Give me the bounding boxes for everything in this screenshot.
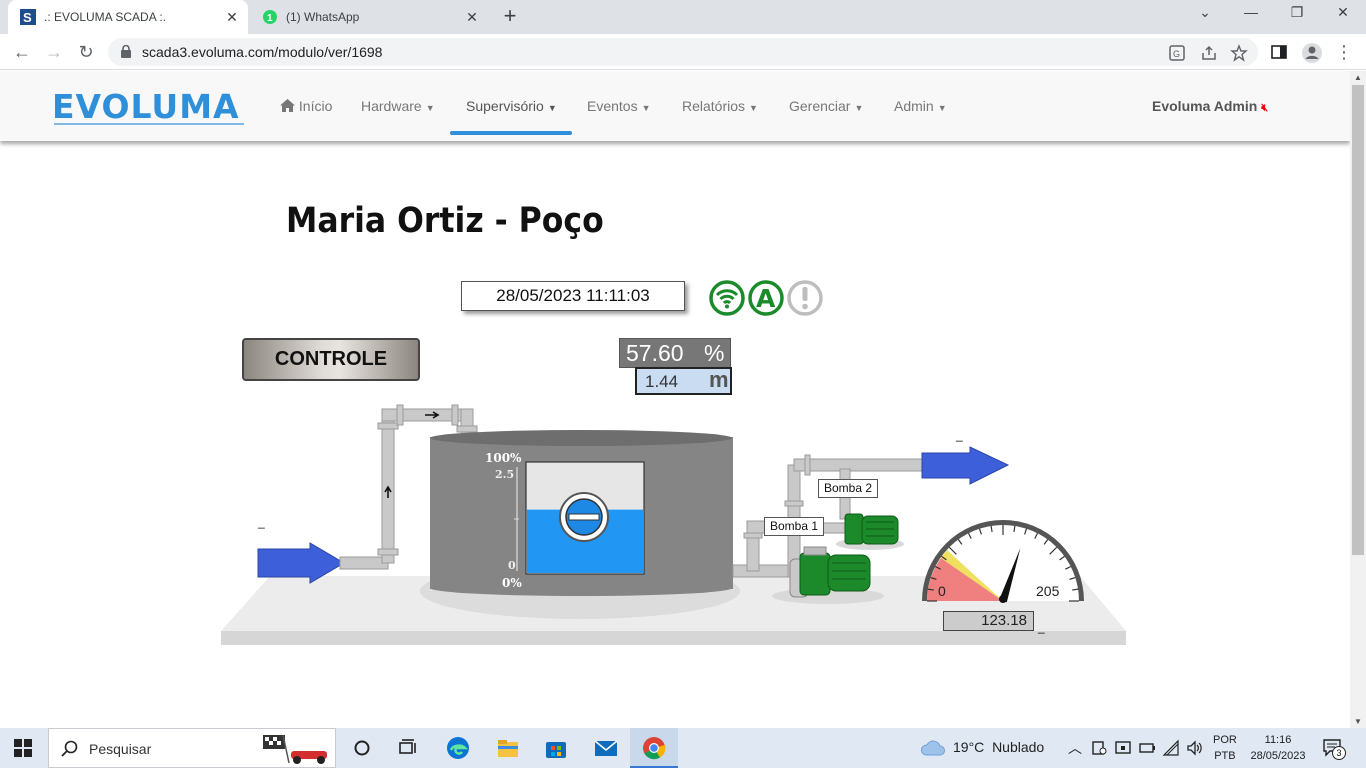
input-language[interactable]: POR PTB [1213, 732, 1237, 764]
search-icon [61, 740, 78, 757]
weather-text[interactable]: 19°C Nublado [953, 739, 1044, 755]
tank-top-label: 100% [485, 451, 522, 465]
weather-cloud-icon[interactable] [920, 738, 946, 758]
tab-search-chevron-icon[interactable]: ⌄ [1192, 4, 1218, 28]
close-window-icon[interactable]: ✕ [1330, 4, 1356, 28]
chrome-icon [643, 737, 666, 760]
omnibox[interactable]: scada3.evoluma.com/modulo/ver/1698 G [108, 38, 1258, 66]
new-tab-button[interactable]: + [498, 5, 522, 29]
system-clock[interactable]: 11:16 28/05/2023 [1248, 732, 1308, 764]
battery-icon[interactable] [1138, 739, 1156, 757]
gauge-dash: _ [1038, 620, 1045, 634]
gauge-min-label: 0 [938, 583, 946, 599]
address-bar: ← → ↻ scada3.evoluma.com/modulo/ver/1698… [0, 34, 1366, 70]
forward-arrow-icon[interactable]: → [42, 40, 66, 64]
browser-menu-icon[interactable]: ⋮ [1332, 40, 1356, 64]
profile-avatar-icon[interactable] [1301, 42, 1323, 64]
close-tab-icon[interactable]: ✕ [464, 9, 480, 25]
water-tank [420, 430, 740, 619]
tank-bottom-label: 0% [502, 576, 522, 590]
scroll-down-icon[interactable]: ▼ [1354, 717, 1362, 726]
tray-security-icon[interactable] [1114, 739, 1132, 757]
lang-line-1: POR [1213, 734, 1237, 746]
pump-2-icon [821, 513, 904, 550]
whatsapp-favicon-icon: 1 [262, 9, 278, 25]
page-content: EVOLUMA Início Hardware ▼ Supervisório ▼ E… [0, 71, 1350, 728]
back-arrow-icon[interactable]: ← [10, 40, 34, 64]
svg-text:S: S [23, 10, 32, 25]
task-view-icon[interactable] [396, 736, 420, 760]
clock-time: 11:16 [1264, 734, 1292, 746]
outlet-dash: _ [956, 428, 963, 442]
volume-icon[interactable] [1186, 739, 1204, 757]
lang-line-2: PTB [1214, 750, 1236, 762]
svg-text:1: 1 [267, 13, 273, 24]
search-highlight-race-icon [263, 734, 327, 764]
windows-taskbar: Pesquisar 19°C Nublado ︿ POR PTB 11:16 2… [0, 728, 1366, 768]
gauge-max-label: 205 [1036, 583, 1060, 599]
tray-chevron-up-icon[interactable]: ︿ [1068, 738, 1082, 758]
close-tab-icon[interactable]: ✕ [224, 9, 240, 25]
file-explorer-icon[interactable] [496, 736, 520, 760]
scrollbar-thumb[interactable] [1352, 85, 1364, 555]
browser-tab-bar: S .: EVOLUMA SCADA :. ✕ 1 (1) WhatsApp ✕… [0, 0, 1366, 34]
weather-temp: 19°C [953, 739, 985, 755]
notification-center-icon[interactable]: 3 [1322, 738, 1348, 760]
edge-icon[interactable] [446, 736, 470, 760]
inlet-dash: _ [258, 515, 265, 529]
mail-icon[interactable] [594, 736, 618, 760]
clock-date: 28/05/2023 [1250, 750, 1306, 762]
scada-scene: 100% 2.5 0 0% 0 205 [221, 404, 1126, 645]
pressure-gauge [922, 520, 1084, 603]
windows-start-icon[interactable] [14, 739, 32, 757]
scroll-up-icon[interactable]: ▲ [1354, 73, 1362, 82]
restore-icon[interactable]: ❐ [1284, 4, 1310, 28]
bookmark-star-icon[interactable] [1230, 44, 1248, 62]
weather-desc: Nublado [992, 739, 1045, 755]
pump-1-label[interactable]: Bomba 1 [764, 517, 825, 536]
tank-scale-max: 2.5 [495, 468, 514, 481]
lock-icon [121, 45, 131, 58]
translate-icon[interactable]: G [1168, 44, 1186, 62]
tab-title: .: EVOLUMA SCADA :. [44, 10, 167, 24]
taskbar-search-box[interactable]: Pesquisar [48, 728, 336, 768]
page-scrollbar[interactable]: ▲ ▼ [1350, 71, 1366, 728]
tray-app-icon[interactable] [1090, 739, 1108, 757]
pump-2-label[interactable]: Bomba 2 [818, 479, 879, 498]
reload-icon[interactable]: ↻ [74, 40, 98, 64]
notification-count: 3 [1332, 746, 1346, 760]
tab-title: (1) WhatsApp [286, 10, 360, 24]
share-icon[interactable] [1200, 44, 1218, 62]
tab-whatsapp[interactable]: 1 (1) WhatsApp ✕ [250, 0, 488, 34]
wifi-tray-icon[interactable] [1162, 739, 1180, 757]
outlet-arrow-icon [921, 446, 1010, 485]
evoluma-favicon-icon: S [20, 9, 36, 25]
tank-scale-min: 0 [508, 559, 516, 572]
chrome-taskbar-item[interactable] [630, 728, 678, 768]
url-text: scada3.evoluma.com/modulo/ver/1698 [142, 44, 383, 60]
microsoft-store-icon[interactable] [544, 736, 568, 760]
floor-edge [221, 631, 1126, 645]
svg-text:G: G [1173, 49, 1180, 59]
tab-evoluma[interactable]: S .: EVOLUMA SCADA :. ✕ [8, 0, 248, 34]
cortana-icon[interactable] [350, 736, 374, 760]
gauge-value-display: 123.18 [943, 611, 1034, 631]
side-panel-icon[interactable] [1270, 43, 1288, 61]
minimize-icon[interactable]: — [1238, 4, 1264, 28]
search-placeholder: Pesquisar [89, 741, 152, 757]
